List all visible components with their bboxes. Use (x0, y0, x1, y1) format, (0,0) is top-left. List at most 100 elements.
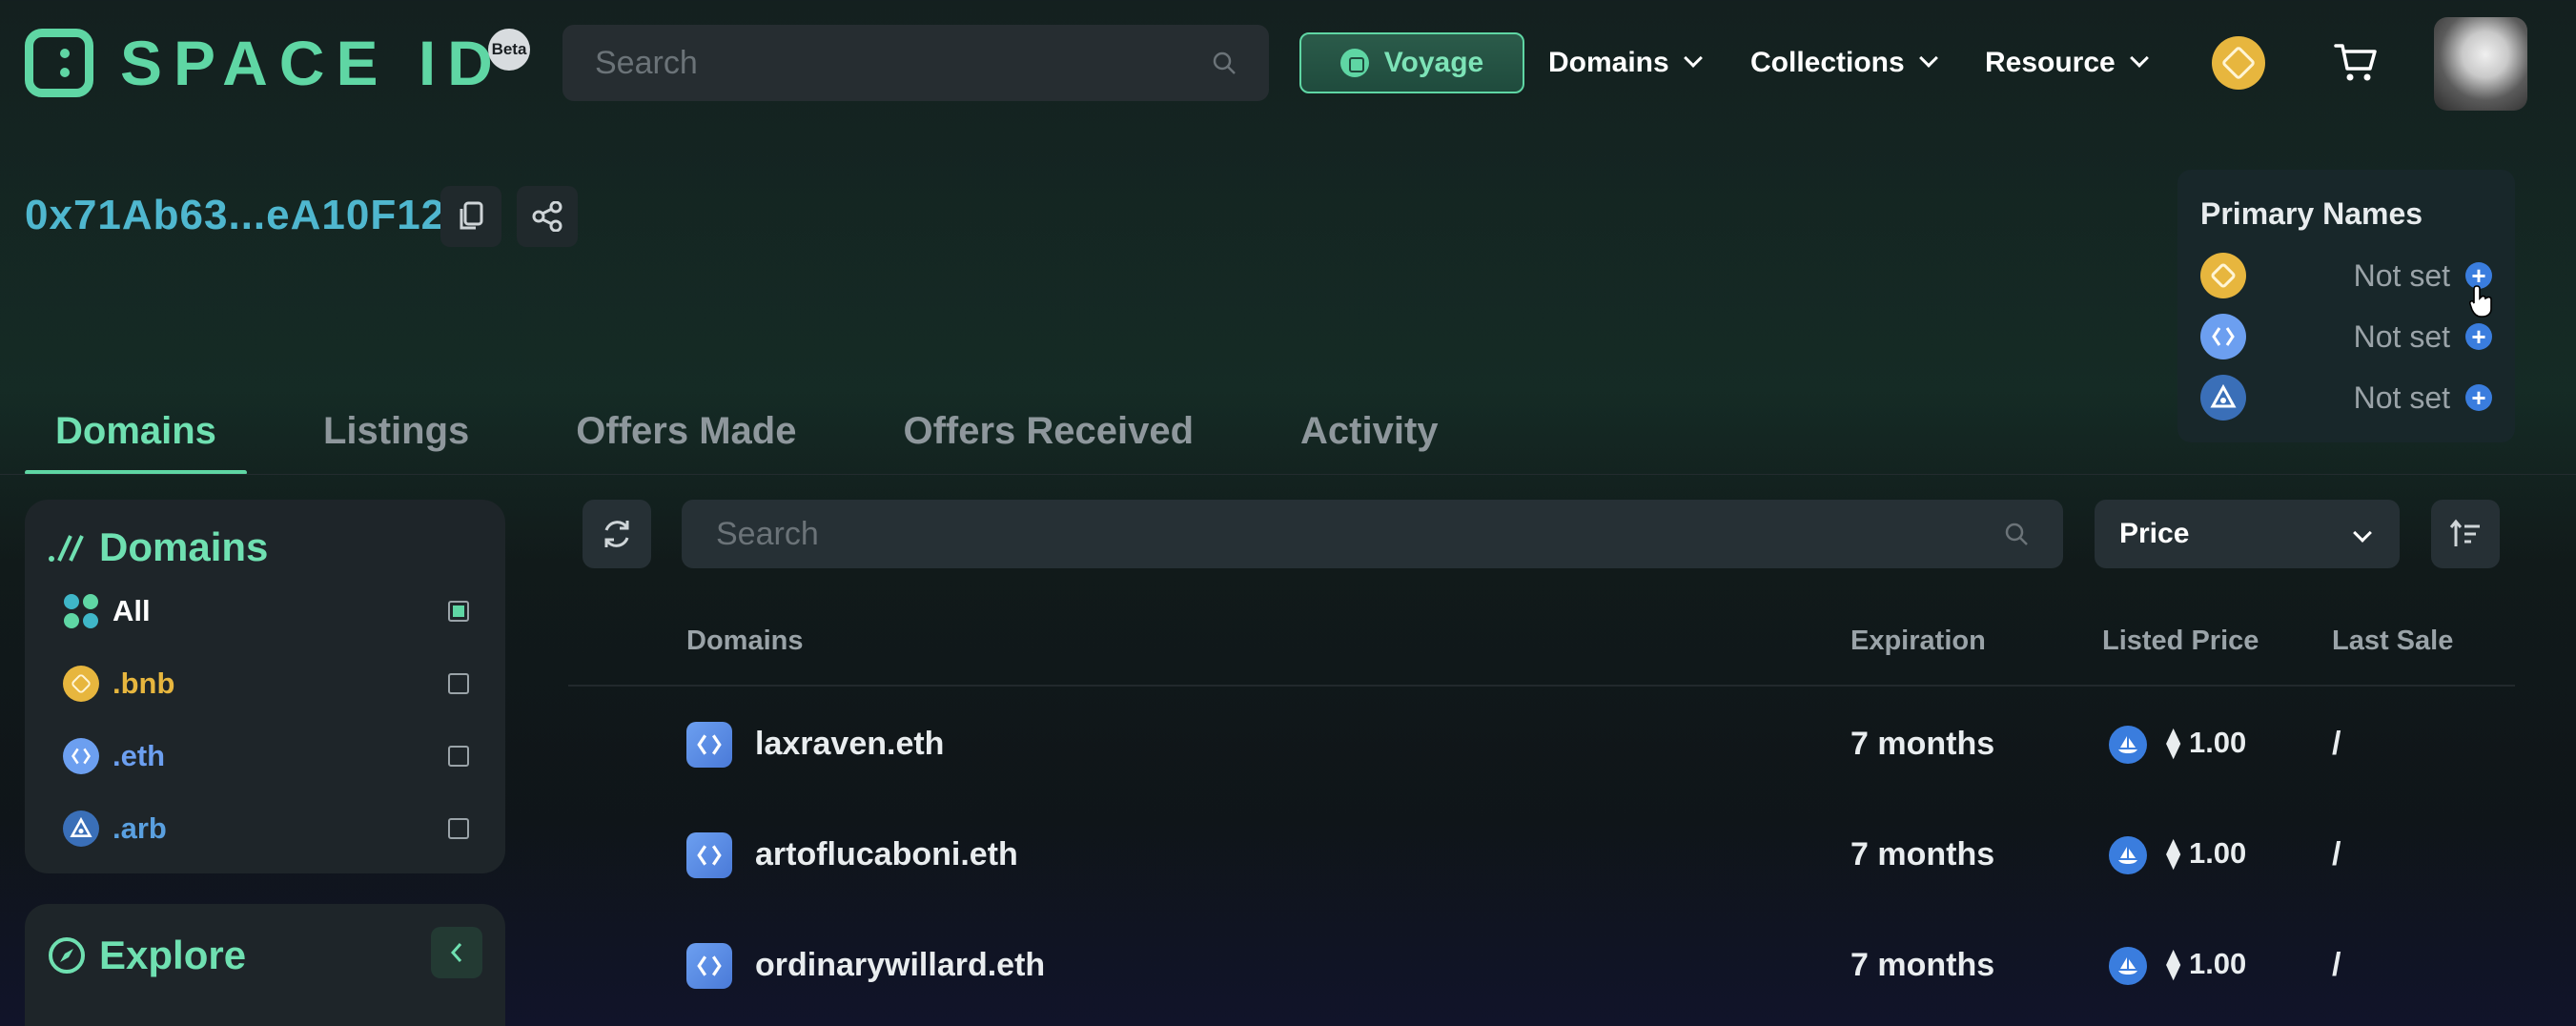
primary-name-row-bnb: Not set + (2200, 252, 2492, 299)
eth-symbol-icon: ⧫ (2166, 836, 2181, 870)
cart-icon[interactable] (2334, 42, 2378, 84)
copy-button[interactable] (440, 186, 501, 247)
column-header-last-sale[interactable]: Last Sale (2332, 626, 2453, 657)
primary-name-value: Not set (2353, 380, 2450, 415)
listed-price-value: 1.00 (2188, 836, 2247, 870)
filter-eth-label: .eth (112, 739, 166, 772)
filter-arb-label: .arb (112, 811, 167, 845)
slash-icon (49, 535, 84, 562)
arb-icon (2200, 375, 2246, 421)
eth-symbol-icon: ⧫ (2166, 947, 2181, 980)
nav-domains[interactable]: Domains (1548, 38, 1703, 88)
eth-icon (2200, 314, 2246, 359)
domains-filter-title: Domains (48, 524, 268, 570)
filter-bnb-checkbox[interactable] (448, 673, 469, 694)
last-sale: / (2332, 947, 2341, 983)
domain-search-bar[interactable] (682, 500, 2063, 568)
copy-icon (460, 201, 483, 230)
filter-all[interactable]: All (63, 587, 494, 635)
arb-icon (63, 811, 99, 847)
sort-order-icon (2449, 519, 2480, 546)
listed-price: ⧫ 1.00 (2166, 836, 2246, 871)
filter-eth[interactable]: .eth (63, 732, 494, 780)
chevron-down-icon (2129, 49, 2149, 68)
tab-activity[interactable]: Activity (1300, 399, 1439, 475)
filter-bnb[interactable]: .bnb (63, 660, 494, 708)
share-button[interactable] (517, 186, 578, 247)
listed-price-value: 1.00 (2188, 726, 2247, 759)
nav-resource[interactable]: Resource (1985, 38, 2149, 88)
avatar[interactable] (2434, 17, 2527, 111)
expiration: 7 months (1850, 836, 1995, 872)
table-row[interactable]: artoflucaboni.eth 7 months ⧫ 1.00 / (568, 810, 2515, 901)
search-icon (1213, 51, 1236, 74)
add-primary-name-button[interactable]: + (2465, 323, 2492, 350)
collapse-sidebar-button[interactable] (431, 927, 482, 978)
brand-name: SPACE ID (120, 28, 504, 98)
explore-label: Explore (99, 933, 247, 977)
domain-search-input[interactable] (716, 515, 2004, 553)
table-row[interactable]: laxraven.eth 7 months ⧫ 1.00 / (568, 699, 2515, 790)
chevron-down-icon (1683, 49, 1703, 68)
listed-price: ⧫ 1.00 (2166, 947, 2246, 981)
opensea-icon (2109, 836, 2147, 874)
domains-filter-card: Domains All .bnb .eth .arb (25, 500, 505, 873)
primary-name-row-eth: Not set + (2200, 313, 2492, 360)
voyage-icon (1339, 49, 1369, 77)
chevron-down-icon (2353, 523, 2372, 543)
last-sale: / (2332, 726, 2341, 762)
tab-listings[interactable]: Listings (323, 399, 469, 475)
beta-badge: Beta (488, 29, 530, 71)
global-search-input[interactable] (595, 44, 1212, 82)
expiration: 7 months (1850, 726, 1995, 762)
listed-price: ⧫ 1.00 (2166, 726, 2246, 760)
opensea-icon (2109, 726, 2147, 764)
tab-domains[interactable]: Domains (25, 399, 247, 475)
table-header-divider (568, 685, 2515, 687)
tab-offers-made[interactable]: Offers Made (576, 399, 796, 475)
primary-name-value: Not set (2353, 257, 2450, 293)
domain-name[interactable]: ordinarywillard.eth (755, 947, 1045, 984)
refresh-button[interactable] (583, 500, 651, 568)
column-header-domains[interactable]: Domains (686, 626, 803, 657)
domains-filter-label: Domains (99, 524, 269, 569)
add-primary-name-button[interactable]: + (2465, 384, 2492, 411)
nav-domains-label: Domains (1548, 47, 1669, 78)
eth-domain-icon (686, 722, 732, 768)
compass-icon (49, 937, 85, 974)
filter-arb[interactable]: .arb (63, 805, 494, 852)
bnb-icon (2200, 253, 2246, 298)
table-row[interactable]: ordinarywillard.eth 7 months ⧫ 1.00 / (568, 920, 2515, 1012)
domain-name[interactable]: artoflucaboni.eth (755, 836, 1018, 873)
space-id-logo[interactable]: SPACE ID (25, 27, 504, 99)
domain-name[interactable]: laxraven.eth (755, 726, 944, 763)
nav-collections-label: Collections (1750, 47, 1905, 78)
wallet-address: 0x71Ab63...eA10F121 (25, 192, 470, 238)
bnb-chain-icon[interactable] (2212, 36, 2265, 90)
sort-order-button[interactable] (2431, 500, 2500, 568)
last-sale: / (2332, 836, 2341, 872)
voyage-button[interactable]: Voyage (1299, 32, 1524, 93)
column-header-expiration[interactable]: Expiration (1850, 626, 1986, 657)
explore-title: Explore (48, 933, 246, 978)
bnb-icon (63, 666, 99, 702)
column-header-listed-price[interactable]: Listed Price (2102, 626, 2259, 657)
filter-eth-checkbox[interactable] (448, 746, 469, 767)
eth-domain-icon (686, 943, 732, 989)
eth-icon (63, 738, 99, 774)
voyage-label: Voyage (1383, 47, 1484, 78)
opensea-icon (2109, 947, 2147, 985)
profile-tabs: Domains Listings Offers Made Offers Rece… (25, 399, 1545, 475)
filter-arb-checkbox[interactable] (448, 818, 469, 839)
tab-offers-received[interactable]: Offers Received (903, 399, 1194, 475)
logo-mark-icon (25, 29, 93, 97)
filter-all-checkbox[interactable] (448, 601, 469, 622)
explore-card: Explore (25, 904, 505, 1026)
global-search-bar[interactable] (562, 25, 1269, 101)
nav-collections[interactable]: Collections (1750, 38, 1938, 88)
hand-cursor-icon (2469, 285, 2492, 318)
filter-bnb-label: .bnb (112, 667, 175, 700)
filter-all-label: All (112, 594, 151, 627)
expiration: 7 months (1850, 947, 1995, 983)
sort-select[interactable]: Price (2095, 500, 2400, 568)
